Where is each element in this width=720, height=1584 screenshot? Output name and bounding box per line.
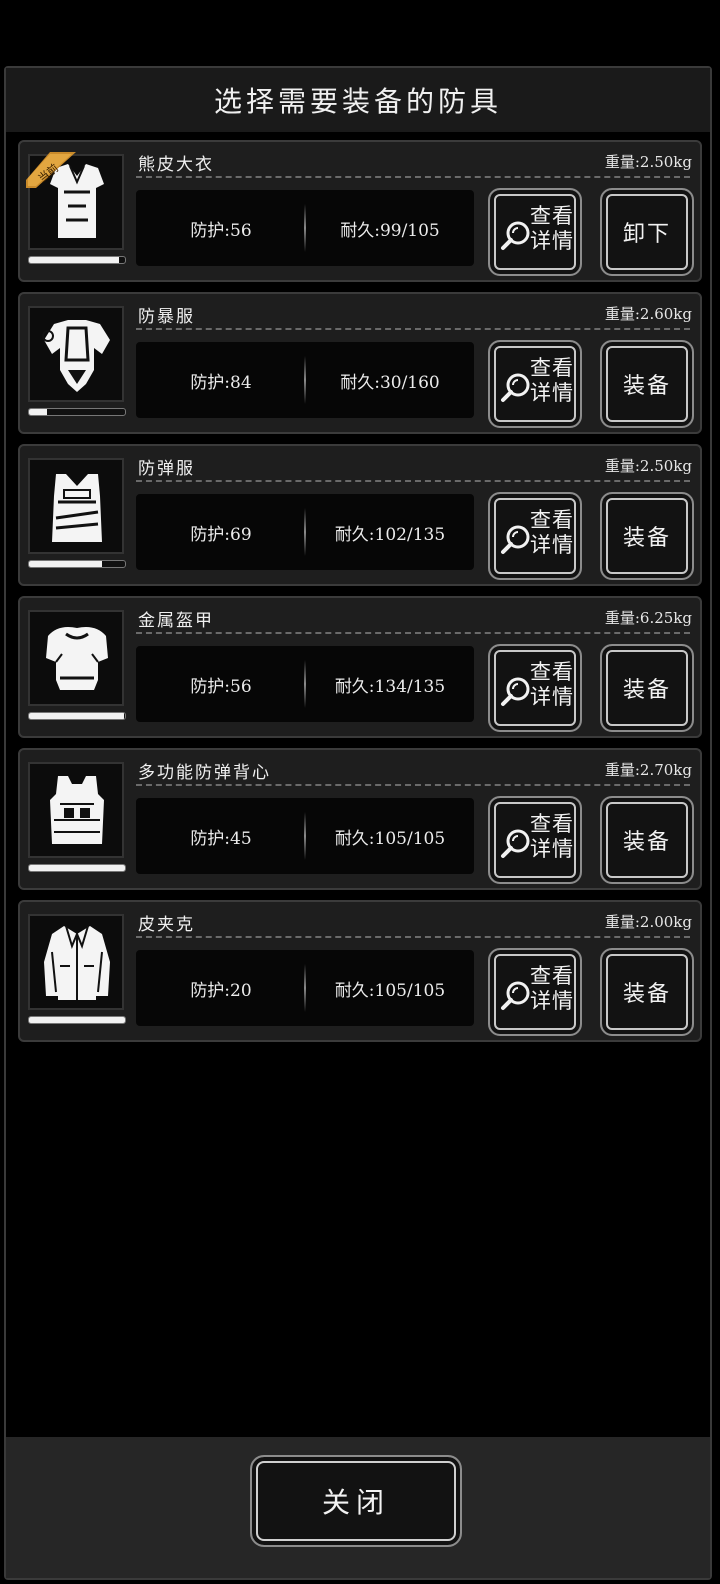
armor-name: 熊皮大衣 xyxy=(138,155,214,175)
bulletproof-vest-icon xyxy=(28,458,124,554)
view-details-label: 查看详情 xyxy=(530,356,574,405)
armor-name: 防弹服 xyxy=(138,459,195,479)
stats-box: 防护:84 耐久:30/160 xyxy=(136,342,474,418)
view-details-button[interactable]: 查看详情 xyxy=(488,340,582,428)
view-details-label: 查看详情 xyxy=(530,812,574,861)
durability-stat: 耐久:102/135 xyxy=(334,525,446,545)
durability-stat: 耐久:105/105 xyxy=(334,981,446,1001)
armor-name: 皮夹克 xyxy=(138,915,195,935)
durability-bar xyxy=(28,256,126,264)
divider xyxy=(136,784,690,786)
defense-stat: 防护:84 xyxy=(190,373,252,393)
leather-jacket-icon xyxy=(28,914,124,1010)
armor-item: 防暴服 重量:2.60kg 防护:84 耐久:30/160 查看详情 装备 xyxy=(18,292,702,434)
dialog-header: 选择需要装备的防具 xyxy=(6,68,710,132)
armor-item: 金属盔甲 重量:6.25kg 防护:56 耐久:134/135 查看详情 装备 xyxy=(18,596,702,738)
magnifier-icon xyxy=(501,373,530,402)
magnifier-icon xyxy=(501,677,530,706)
stats-box: 防护:45 耐久:105/105 xyxy=(136,798,474,874)
armor-weight: 重量:2.00kg xyxy=(604,913,692,931)
durability-stat: 耐久:99/105 xyxy=(340,221,440,241)
durability-bar xyxy=(28,1016,126,1024)
view-details-label: 查看详情 xyxy=(530,660,574,709)
metal-armor-icon xyxy=(28,610,124,706)
divider xyxy=(136,176,690,178)
armor-item: 防弹服 重量:2.50kg 防护:69 耐久:102/135 查看详情 装备 xyxy=(18,444,702,586)
tactical-vest-icon xyxy=(28,762,124,858)
view-details-label: 查看详情 xyxy=(530,964,574,1013)
durability-stat: 耐久:105/105 xyxy=(334,829,446,849)
durability-bar xyxy=(28,864,126,872)
armor-list[interactable]: 当前 熊皮大衣 重量:2.50kg 防护:56 耐久:99/105 查看详情 卸… xyxy=(6,132,710,1437)
view-details-label: 查看详情 xyxy=(530,204,574,253)
view-details-button[interactable]: 查看详情 xyxy=(488,796,582,884)
divider xyxy=(136,632,690,634)
view-details-button[interactable]: 查看详情 xyxy=(488,644,582,732)
armor-weight: 重量:6.25kg xyxy=(604,609,692,627)
defense-stat: 防护:56 xyxy=(190,677,252,697)
durability-stat: 耐久:30/160 xyxy=(340,373,440,393)
equip-button[interactable]: 装备 xyxy=(600,948,694,1036)
defense-stat: 防护:20 xyxy=(190,981,252,1001)
dialog-footer: 关闭 xyxy=(6,1437,710,1578)
durability-bar xyxy=(28,712,126,720)
equip-button[interactable]: 装备 xyxy=(600,796,694,884)
armor-weight: 重量:2.60kg xyxy=(604,305,692,323)
armor-select-dialog: 选择需要装备的防具 当前 熊皮大衣 重量:2.50kg 防护:56 耐久:99/… xyxy=(4,66,712,1580)
riot-suit-icon xyxy=(28,306,124,402)
durability-bar xyxy=(28,560,126,568)
current-badge-icon: 当前 xyxy=(26,152,76,188)
durability-bar xyxy=(28,408,126,416)
magnifier-icon xyxy=(501,829,530,858)
equip-button[interactable]: 装备 xyxy=(600,340,694,428)
armor-name: 多功能防弹背心 xyxy=(138,763,271,783)
close-button[interactable]: 关闭 xyxy=(250,1455,462,1547)
view-details-button[interactable]: 查看详情 xyxy=(488,188,582,276)
armor-item: 皮夹克 重量:2.00kg 防护:20 耐久:105/105 查看详情 装备 xyxy=(18,900,702,1042)
armor-name: 金属盔甲 xyxy=(138,611,214,631)
equip-button[interactable]: 装备 xyxy=(600,644,694,732)
armor-name: 防暴服 xyxy=(138,307,195,327)
view-details-label: 查看详情 xyxy=(530,508,574,557)
divider xyxy=(136,328,690,330)
stats-box: 防护:56 耐久:99/105 xyxy=(136,190,474,266)
stats-box: 防护:56 耐久:134/135 xyxy=(136,646,474,722)
magnifier-icon xyxy=(501,525,530,554)
view-details-button[interactable]: 查看详情 xyxy=(488,948,582,1036)
armor-weight: 重量:2.50kg xyxy=(604,457,692,475)
durability-stat: 耐久:134/135 xyxy=(334,677,446,697)
dialog-title: 选择需要装备的防具 xyxy=(213,85,502,118)
defense-stat: 防护:69 xyxy=(190,525,252,545)
divider xyxy=(136,936,690,938)
magnifier-icon xyxy=(501,221,530,250)
defense-stat: 防护:56 xyxy=(190,221,252,241)
defense-stat: 防护:45 xyxy=(190,829,252,849)
armor-weight: 重量:2.50kg xyxy=(604,153,692,171)
armor-item: 多功能防弹背心 重量:2.70kg 防护:45 耐久:105/105 查看详情 … xyxy=(18,748,702,890)
magnifier-icon xyxy=(501,981,530,1010)
armor-item: 当前 熊皮大衣 重量:2.50kg 防护:56 耐久:99/105 查看详情 卸… xyxy=(18,140,702,282)
armor-weight: 重量:2.70kg xyxy=(604,761,692,779)
divider xyxy=(136,480,690,482)
view-details-button[interactable]: 查看详情 xyxy=(488,492,582,580)
unequip-button[interactable]: 卸下 xyxy=(600,188,694,276)
stats-box: 防护:69 耐久:102/135 xyxy=(136,494,474,570)
equip-button[interactable]: 装备 xyxy=(600,492,694,580)
stats-box: 防护:20 耐久:105/105 xyxy=(136,950,474,1026)
